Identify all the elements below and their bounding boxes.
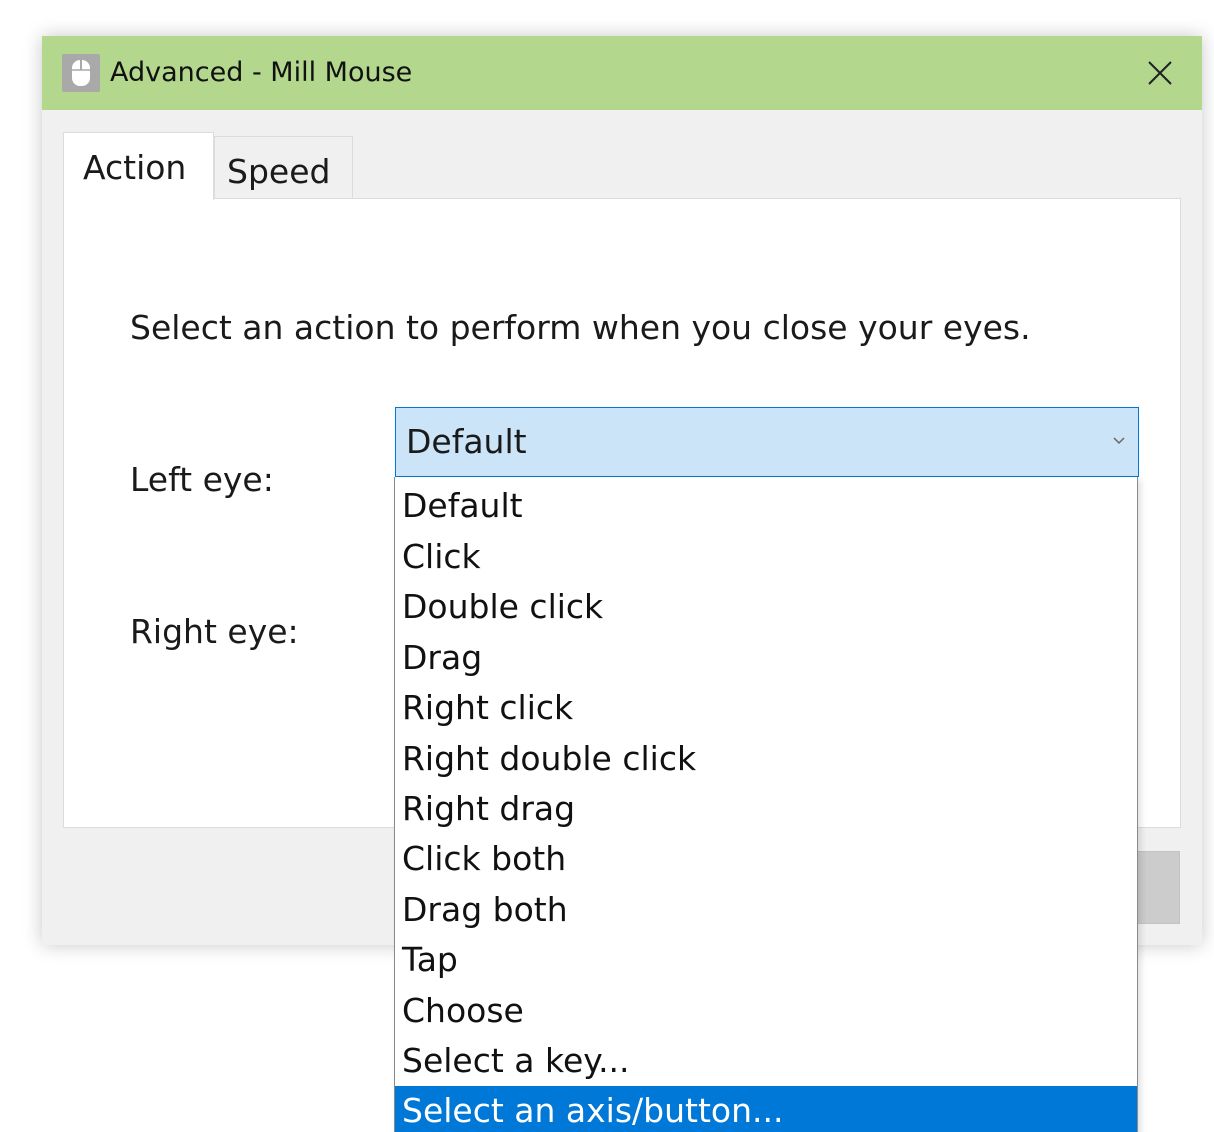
title-bar[interactable]: Advanced - Mill Mouse (42, 36, 1202, 110)
left-eye-select-value: Default (406, 422, 527, 461)
tab-speed-label: Speed (227, 152, 331, 191)
option-drag-both[interactable]: Drag both (395, 885, 1137, 935)
mouse-icon (62, 54, 100, 92)
option-right-drag[interactable]: Right drag (395, 784, 1137, 834)
close-icon (1148, 61, 1172, 85)
option-tap[interactable]: Tap (395, 935, 1137, 985)
option-double-click[interactable]: Double click (395, 582, 1137, 632)
option-choose[interactable]: Choose (395, 986, 1137, 1036)
left-eye-select[interactable]: Default (395, 407, 1139, 477)
left-eye-dropdown-list: Default Click Double click Drag Right cl… (394, 477, 1138, 1132)
option-drag[interactable]: Drag (395, 633, 1137, 683)
option-right-double-click[interactable]: Right double click (395, 734, 1137, 784)
right-eye-label: Right eye: (130, 612, 299, 651)
close-button[interactable] (1138, 52, 1182, 94)
option-select-a-key[interactable]: Select a key... (395, 1036, 1137, 1086)
tab-speed[interactable]: Speed (214, 136, 353, 198)
left-eye-label: Left eye: (130, 460, 274, 499)
option-click-both[interactable]: Click both (395, 834, 1137, 884)
option-default[interactable]: Default (395, 481, 1137, 531)
option-click[interactable]: Click (395, 532, 1137, 582)
option-right-click[interactable]: Right click (395, 683, 1137, 733)
screen: Advanced - Mill Mouse Action Speed Selec… (0, 0, 1214, 1132)
tab-action[interactable]: Action (63, 132, 214, 200)
window-title: Advanced - Mill Mouse (110, 57, 413, 88)
option-select-an-axis-button[interactable]: Select an axis/button... (395, 1086, 1137, 1132)
instruction-text: Select an action to perform when you clo… (130, 308, 1031, 347)
tab-action-label: Action (83, 148, 187, 187)
chevron-down-icon (1113, 437, 1125, 445)
